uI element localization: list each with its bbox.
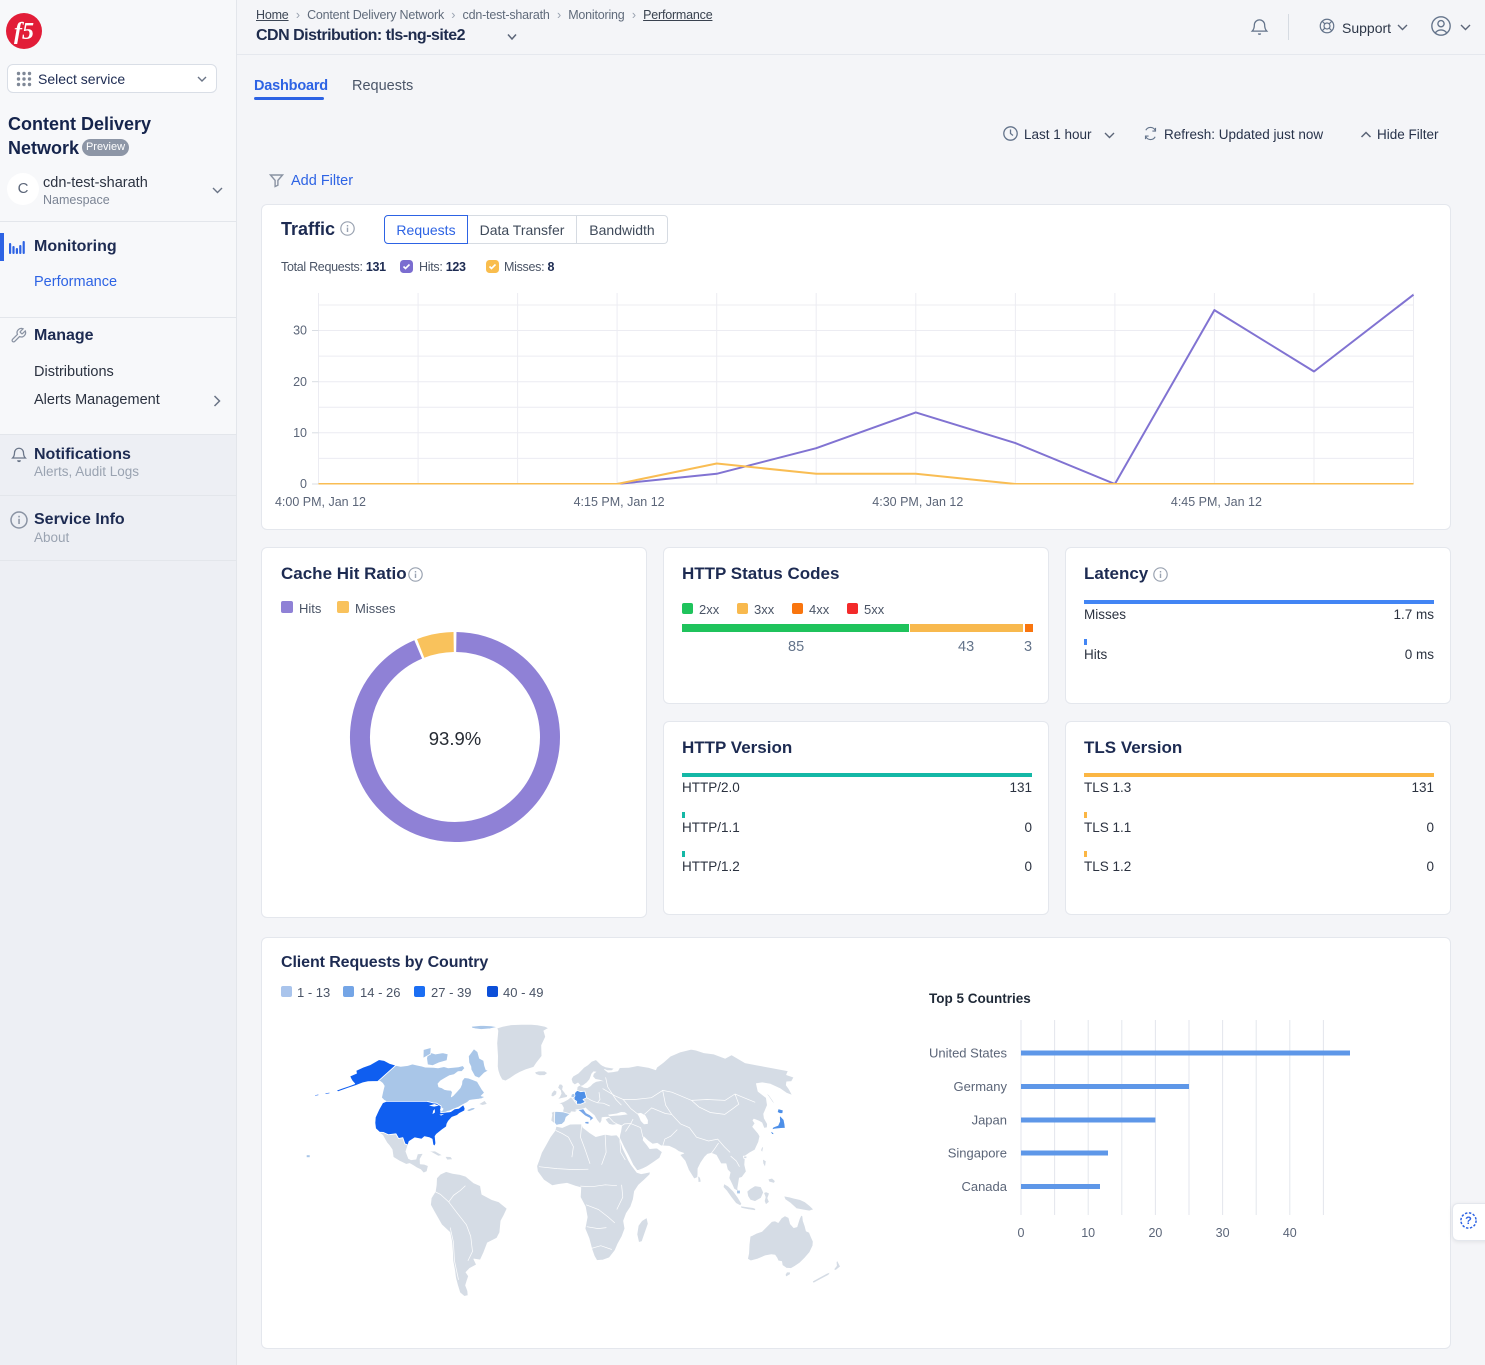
svg-text:30: 30 (293, 324, 307, 338)
svg-text:f5: f5 (14, 19, 34, 45)
svg-text:Germany: Germany (954, 1079, 1008, 1094)
svg-text:0: 0 (300, 477, 307, 491)
svg-text:United States: United States (929, 1046, 1008, 1061)
svg-text:4:45 PM, Jan 12: 4:45 PM, Jan 12 (1171, 495, 1262, 509)
svg-text:10: 10 (1081, 1226, 1095, 1240)
svg-text:Japan: Japan (972, 1113, 1007, 1128)
svg-text:20: 20 (1148, 1226, 1162, 1240)
svg-text:30: 30 (1216, 1226, 1230, 1240)
svg-text:0: 0 (1018, 1226, 1025, 1240)
svg-text:4:00 PM, Jan 12: 4:00 PM, Jan 12 (275, 495, 366, 509)
svg-text:10: 10 (293, 426, 307, 440)
svg-text:4:30 PM, Jan 12: 4:30 PM, Jan 12 (872, 495, 963, 509)
svg-text:40: 40 (1283, 1226, 1297, 1240)
svg-text:4:15 PM, Jan 12: 4:15 PM, Jan 12 (574, 495, 665, 509)
svg-text:Singapore: Singapore (948, 1146, 1007, 1161)
svg-text:Canada: Canada (961, 1179, 1007, 1194)
svg-text:?: ? (1465, 1215, 1472, 1227)
svg-text:20: 20 (293, 375, 307, 389)
